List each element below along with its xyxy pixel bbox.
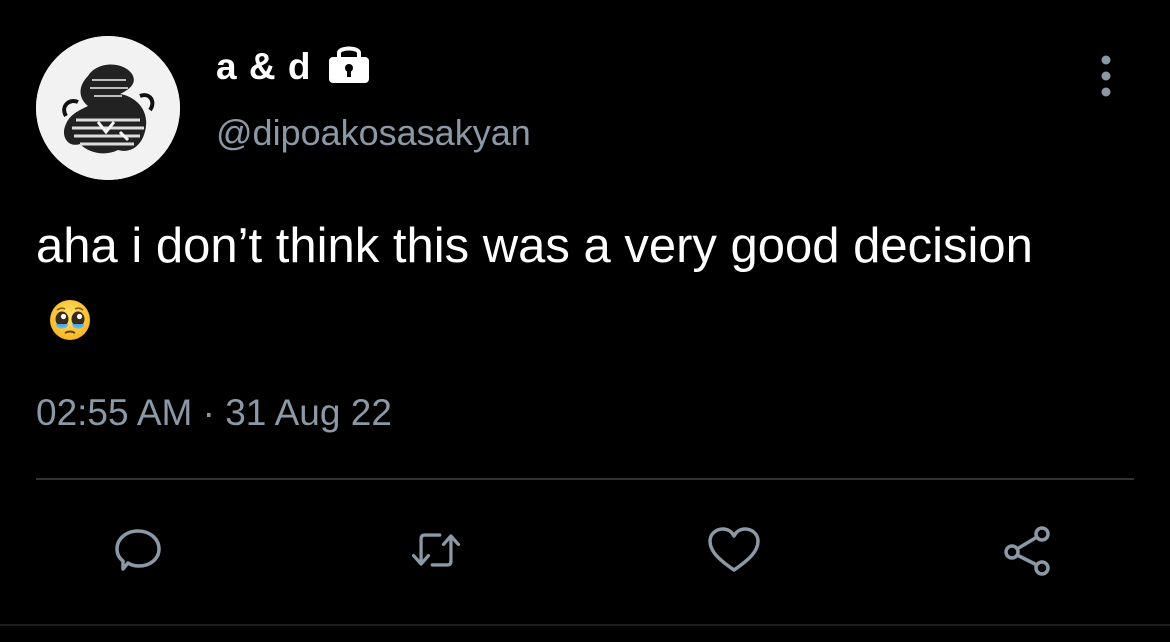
like-button[interactable] xyxy=(706,522,762,578)
bottom-divider xyxy=(0,624,1170,626)
like-icon xyxy=(708,527,760,572)
tweet-date: 31 Aug 22 xyxy=(225,392,392,433)
pleading-face-icon xyxy=(50,300,90,340)
avatar[interactable] xyxy=(36,36,180,180)
more-options-icon[interactable] xyxy=(1092,54,1120,98)
retweet-icon xyxy=(411,533,461,567)
share-icon xyxy=(1004,526,1050,576)
timestamp-separator: · xyxy=(202,392,215,433)
reply-icon xyxy=(115,529,161,571)
avatar-image xyxy=(36,36,180,180)
tweet-body: aha i don’t think this was a very good d… xyxy=(36,219,1033,273)
timestamp-row[interactable]: 02:55 AM · 31 Aug 22 xyxy=(36,392,392,434)
tweet-text: aha i don’t think this was a very good d… xyxy=(36,210,1056,354)
retweet-button[interactable] xyxy=(408,522,464,578)
lock-icon xyxy=(329,46,369,83)
divider xyxy=(36,478,1134,480)
user-handle[interactable]: @dipoakosasakyan xyxy=(216,112,531,154)
display-name[interactable]: a & d xyxy=(216,46,311,88)
tweet-card: a & d @dipoakosasakyan aha i don’t think… xyxy=(0,0,1170,642)
reply-button[interactable] xyxy=(110,522,166,578)
share-button[interactable] xyxy=(1000,522,1056,578)
tweet-time: 02:55 AM xyxy=(36,392,193,433)
